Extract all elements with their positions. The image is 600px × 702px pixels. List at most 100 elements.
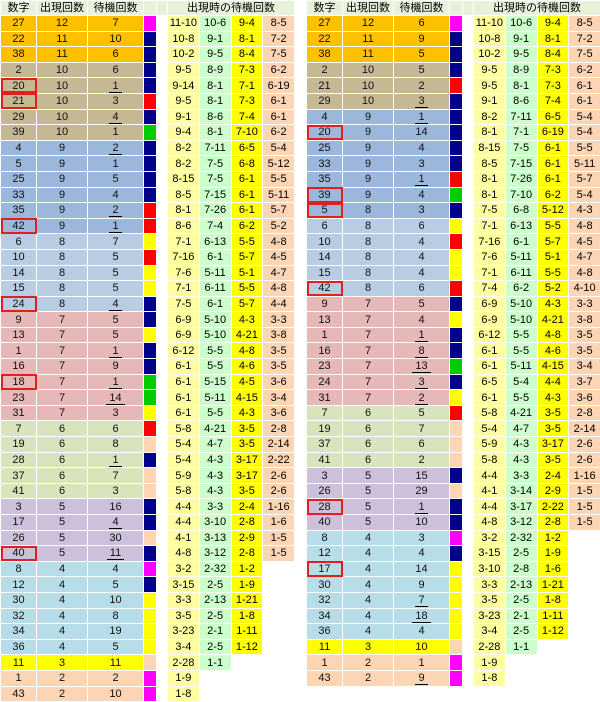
- color-marker-cell: [144, 655, 157, 671]
- wait-distribution-cell-text: 8-1: [481, 126, 497, 138]
- wait-count-cell: 6: [394, 437, 450, 453]
- wait-distribution-cell: 5-7: [263, 203, 295, 219]
- wait-distribution-cell-text: 2-9: [545, 485, 561, 497]
- wait-distribution-cell-text: 1-9: [481, 657, 497, 669]
- wait-distribution-cell: 4-1: [168, 530, 200, 546]
- appearance-count-cell: 9: [37, 171, 88, 187]
- wait-distribution-cell: 4-6: [537, 343, 569, 359]
- table-row: 344183-232-11-11: [307, 608, 600, 624]
- wait-count-cell: 14: [88, 390, 144, 406]
- wait-distribution-cell: 1-9: [474, 655, 506, 671]
- appearance-count-cell-text: 4: [59, 563, 65, 575]
- number-cell-text: 39: [12, 126, 24, 138]
- wait-distribution-cell-text: 3-17: [236, 454, 258, 466]
- wait-distribution-cell: 5-9: [474, 437, 506, 453]
- appearance-count-cell: 8: [343, 265, 394, 281]
- wait-distribution-cell-text: 4-15: [236, 392, 258, 404]
- wait-count-cell: 4: [394, 624, 450, 640]
- number-cell: 1: [307, 655, 343, 671]
- appearance-count-cell-text: 8: [59, 251, 65, 263]
- wait-distribution-cell: 2-14: [263, 437, 295, 453]
- appearance-count-cell: 2: [343, 670, 394, 686]
- wait-count-cell-text: 7: [418, 423, 424, 435]
- wait-distribution-cell-text: 5-1: [545, 251, 561, 263]
- wait-distribution-cell-text: 6-1: [577, 95, 593, 107]
- number-cell: 40: [307, 515, 343, 531]
- number-cell-text: 17: [12, 516, 24, 528]
- wait-distribution-cell: 5-8: [168, 421, 200, 437]
- appearance-count-cell-text: 7: [365, 376, 371, 388]
- wait-distribution-cell-text: 1-1: [513, 641, 529, 653]
- wait-distribution-cell: 7-2: [569, 31, 600, 47]
- spacer-cell: [463, 624, 474, 640]
- header-wait-count: 待機回数: [88, 1, 144, 16]
- spacer-cell: [157, 125, 168, 141]
- wait-distribution-cell: 5-5: [505, 343, 537, 359]
- wait-distribution-cell-text: 5-11: [205, 267, 226, 279]
- wait-count-cell-text: 4: [112, 563, 118, 575]
- wait-distribution-cell-text: 3-12: [204, 547, 226, 559]
- appearance-count-cell: 8: [37, 265, 88, 281]
- color-marker-cell: [144, 468, 157, 484]
- table-row: 37665-94-33-172-6: [307, 437, 600, 453]
- table-row: 32483-52-51-8: [1, 608, 295, 624]
- appearance-count-cell-text: 6: [365, 438, 371, 450]
- table-row: 8443-22-321-2: [1, 561, 295, 577]
- number-cell-text: 1: [321, 657, 327, 669]
- number-cell-text: 1: [15, 345, 21, 357]
- wait-distribution-cell: 6-13: [199, 234, 231, 250]
- wait-distribution-cell-text: 5-7: [239, 298, 255, 310]
- appearance-count-cell-text: 9: [365, 158, 371, 170]
- wait-distribution-cell-text: 9-1: [175, 111, 191, 123]
- wait-distribution-cell: 3-13: [199, 530, 231, 546]
- number-cell: 17: [307, 561, 343, 577]
- wait-distribution-cell-text: 5-5: [545, 220, 561, 232]
- table-row: 15847-16-115-54-8: [307, 265, 600, 281]
- wait-count-cell-text: 5: [112, 173, 118, 185]
- table-row: 174143-102-81-6: [307, 561, 600, 577]
- appearance-count-cell-text: 7: [365, 360, 371, 372]
- wait-distribution-cell: 5-11: [263, 187, 295, 203]
- wait-distribution-cell-text: 10-8: [172, 33, 194, 45]
- appearance-count-cell: 5: [37, 546, 88, 562]
- wait-distribution-cell: 3-10: [474, 561, 506, 577]
- wait-distribution-cell-text: 4-8: [577, 220, 593, 232]
- appearance-count-cell: 6: [37, 421, 88, 437]
- spacer-cell: [463, 437, 474, 453]
- table-row: 28514-43-172-221-5: [307, 499, 600, 515]
- wait-distribution-cell: 10-6: [199, 16, 231, 32]
- number-cell: 29: [307, 93, 343, 109]
- wait-distribution-cell: 2-1: [505, 608, 537, 624]
- appearance-count-cell: 10: [37, 109, 88, 125]
- wait-distribution-cell: 8-5: [168, 187, 200, 203]
- wait-distribution-cell-text: 9-5: [513, 48, 529, 60]
- wait-distribution-cell-text: 3-10: [478, 563, 500, 575]
- wait-distribution-cell: 6-19: [537, 125, 569, 141]
- table-row: 304103-32-131-21: [1, 592, 295, 608]
- number-cell: 12: [1, 577, 37, 593]
- wait-distribution-cell: 5-5: [199, 359, 231, 375]
- spacer-cell: [157, 655, 168, 671]
- appearance-count-cell-text: 7: [59, 345, 65, 357]
- number-cell-text: 43: [318, 672, 330, 684]
- color-marker-cell: [144, 171, 157, 187]
- wait-count-cell-text: 9: [415, 672, 427, 685]
- appearance-count-cell: 5: [37, 499, 88, 515]
- appearance-count-cell: 4: [37, 608, 88, 624]
- wait-distribution-cell-text: 2-8: [239, 516, 255, 528]
- wait-count-cell: 15: [394, 468, 450, 484]
- number-cell-text: 6: [15, 236, 21, 248]
- wait-distribution-cell: 3-5: [231, 483, 263, 499]
- wait-distribution-cell-text: 6-12: [172, 345, 194, 357]
- header-wait-count: 待機回数: [394, 1, 450, 16]
- number-cell-text: 38: [12, 48, 24, 60]
- wait-distribution-cell-text: 4-3: [513, 454, 529, 466]
- spacer-cell: [463, 608, 474, 624]
- number-cell-text: 38: [318, 48, 330, 60]
- wait-distribution-cell-text: 5-4: [577, 126, 593, 138]
- wait-count-cell-text: 5: [418, 407, 424, 419]
- wait-distribution-cell-text: 8-9: [207, 64, 223, 76]
- wait-distribution-cell: [569, 530, 600, 546]
- wait-count-cell: 7: [88, 234, 144, 250]
- wait-distribution-cell-text: 7-6: [481, 251, 497, 263]
